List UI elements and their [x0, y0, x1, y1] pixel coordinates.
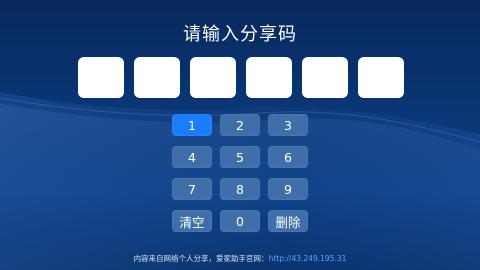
key-2-button[interactable]: 2 [220, 114, 260, 136]
delete-button[interactable]: 删除 [268, 210, 308, 232]
page-title: 请输入分享码 [183, 24, 297, 45]
official-site-link[interactable]: http://43.249.195.31 [269, 254, 347, 263]
key-0-button[interactable]: 0 [220, 210, 260, 232]
key-7-button[interactable]: 7 [172, 178, 212, 200]
footer-text: 内容来自网络个人分享，爱家助手官网： [133, 254, 269, 263]
code-digit-box[interactable] [358, 57, 404, 98]
key-8-button[interactable]: 8 [220, 178, 260, 200]
code-digit-box[interactable] [302, 57, 348, 98]
key-5-button[interactable]: 5 [220, 146, 260, 168]
code-digit-box[interactable] [134, 57, 180, 98]
code-digit-box[interactable] [78, 57, 124, 98]
key-9-button[interactable]: 9 [268, 178, 308, 200]
number-keypad: 1 2 3 4 5 6 7 8 9 清空 0 删除 [172, 114, 308, 232]
key-3-button[interactable]: 3 [268, 114, 308, 136]
footer-notice: 内容来自网络个人分享，爱家助手官网：http://43.249.195.31 [0, 253, 480, 265]
clear-button[interactable]: 清空 [172, 210, 212, 232]
key-6-button[interactable]: 6 [268, 146, 308, 168]
key-1-button[interactable]: 1 [172, 114, 212, 136]
code-digit-box[interactable] [190, 57, 236, 98]
code-digit-box[interactable] [246, 57, 292, 98]
key-4-button[interactable]: 4 [172, 146, 212, 168]
share-code-input[interactable] [78, 57, 404, 98]
